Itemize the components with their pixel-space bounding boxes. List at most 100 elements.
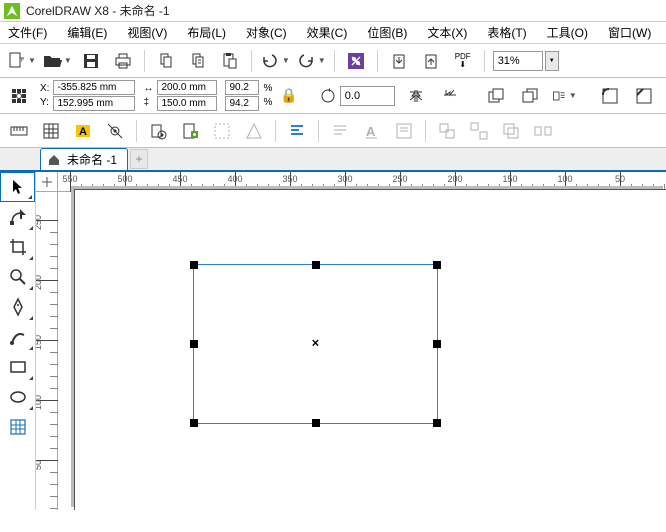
position-group: X:Y: -355.825 mm 152.995 mm [40, 80, 135, 111]
y-position-field[interactable]: 152.995 mm [53, 96, 135, 111]
view-toggle-button[interactable] [102, 118, 128, 144]
mirror-v-button[interactable] [437, 83, 463, 109]
export-button[interactable] [418, 48, 444, 74]
menu-text[interactable]: 文本(X) [423, 22, 471, 43]
handle-mr[interactable] [433, 340, 441, 348]
x-position-field[interactable]: -355.825 mm [53, 80, 135, 95]
grid-button[interactable] [38, 118, 64, 144]
origin-grid-button[interactable] [6, 83, 32, 109]
svg-text:+: + [19, 55, 24, 65]
scale-y-field[interactable]: 94.2 [225, 96, 259, 111]
tab-document-1[interactable]: 未命名 -1 [40, 148, 128, 170]
toolbox [0, 172, 36, 510]
ruler-origin[interactable] [36, 172, 58, 192]
rectangle-tool[interactable] [0, 352, 35, 382]
align-left-button[interactable] [284, 118, 310, 144]
ungroup-button[interactable] [466, 118, 492, 144]
options-button[interactable] [145, 118, 171, 144]
group-button[interactable] [434, 118, 460, 144]
property-bar: X:Y: -355.825 mm 152.995 mm ↔‡ 200.0 mm … [0, 78, 666, 114]
menu-layout[interactable]: 布局(L) [183, 22, 230, 43]
menu-tools[interactable]: 工具(O) [543, 22, 592, 43]
svg-text:A: A [79, 126, 87, 138]
handle-tm[interactable] [312, 261, 320, 269]
rotation-field[interactable]: 0.0 [340, 86, 395, 106]
menu-effect[interactable]: 效果(C) [303, 22, 352, 43]
shape-tool[interactable] [0, 202, 35, 232]
tab-label: 未命名 -1 [67, 151, 117, 168]
crop-tool[interactable] [0, 232, 35, 262]
home-icon [47, 153, 61, 167]
dynamic-guides-button[interactable] [209, 118, 235, 144]
drawing-canvas[interactable]: ✕ [58, 192, 666, 510]
ruler-vertical[interactable]: 25020015010050 [36, 192, 58, 510]
open-button[interactable]: ▼ [42, 48, 72, 74]
break-apart-button[interactable] [530, 118, 556, 144]
main-toolbar: +▼ ▼ ▼ ▼ PDF⬇ 31% ▼ [0, 44, 666, 78]
paragraph-button[interactable] [327, 118, 353, 144]
freehand-tool[interactable] [0, 292, 35, 322]
new-tab-button[interactable]: + [130, 149, 148, 169]
new-page-button[interactable] [177, 118, 203, 144]
work-area: 55050045040035030025020015010050 2502001… [0, 172, 666, 510]
print-button[interactable] [110, 48, 136, 74]
menu-view[interactable]: 视图(V) [123, 22, 171, 43]
handle-bm[interactable] [312, 419, 320, 427]
canvas-area: 55050045040035030025020015010050 2502001… [36, 172, 666, 510]
handle-ml[interactable] [190, 340, 198, 348]
redo-button[interactable]: ▼ [296, 48, 326, 74]
copy-button[interactable] [185, 48, 211, 74]
app-icon [4, 3, 20, 19]
handle-tl[interactable] [190, 261, 198, 269]
size-group: ↔‡ 200.0 mm 150.0 mm [143, 80, 217, 111]
to-back-button[interactable] [517, 83, 543, 109]
char-format-button[interactable]: A [359, 118, 385, 144]
menu-bitmap[interactable]: 位图(B) [363, 22, 411, 43]
handle-bl[interactable] [190, 419, 198, 427]
width-field[interactable]: 200.0 mm [157, 80, 217, 95]
zoom-tool[interactable] [0, 262, 35, 292]
menu-window[interactable]: 窗口(W) [604, 22, 655, 43]
cut-button[interactable] [153, 48, 179, 74]
corner-scallop-button[interactable] [631, 83, 657, 109]
height-icon: ‡ [143, 96, 153, 110]
ellipse-tool[interactable] [0, 382, 35, 412]
center-marker[interactable]: ✕ [311, 339, 319, 350]
zoom-dropdown-icon[interactable]: ▼ [545, 51, 559, 71]
new-button[interactable]: +▼ [6, 48, 36, 74]
property-bar-2: A A [0, 114, 666, 148]
svg-text:A: A [366, 124, 376, 139]
wrap-text-button[interactable]: ▼ [551, 83, 577, 109]
paste-button[interactable] [217, 48, 243, 74]
height-field[interactable]: 150.0 mm [157, 96, 217, 111]
handle-br[interactable] [433, 419, 441, 427]
selected-rectangle[interactable]: ✕ [193, 264, 438, 424]
combine-button[interactable] [498, 118, 524, 144]
pick-tool[interactable] [0, 172, 35, 202]
lock-ratio-button[interactable]: 🔒 [280, 87, 297, 104]
menu-edit[interactable]: 编辑(E) [63, 22, 111, 43]
x-label: X: [40, 82, 49, 96]
mirror-h-button[interactable] [403, 83, 429, 109]
text-highlight-button[interactable]: A [70, 118, 96, 144]
artistic-media-tool[interactable] [0, 322, 35, 352]
align-guides-button[interactable] [241, 118, 267, 144]
menu-table[interactable]: 表格(T) [483, 22, 530, 43]
import-button[interactable] [386, 48, 412, 74]
zoom-combo[interactable]: 31% ▼ [493, 51, 559, 71]
scale-x-field[interactable]: 90.2 [225, 80, 259, 95]
corner-round-button[interactable] [597, 83, 623, 109]
menu-file[interactable]: 文件(F) [4, 22, 51, 43]
undo-button[interactable]: ▼ [260, 48, 290, 74]
to-front-button[interactable] [483, 83, 509, 109]
table-tool[interactable] [0, 412, 35, 442]
handle-tr[interactable] [433, 261, 441, 269]
width-icon: ↔ [143, 82, 153, 96]
rotate-icon [318, 86, 338, 106]
menu-object[interactable]: 对象(C) [242, 22, 291, 43]
search-button[interactable] [343, 48, 369, 74]
text-wrap-button[interactable] [391, 118, 417, 144]
publish-pdf-button[interactable]: PDF⬇ [450, 48, 476, 74]
ruler-units-button[interactable] [6, 118, 32, 144]
save-button[interactable] [78, 48, 104, 74]
